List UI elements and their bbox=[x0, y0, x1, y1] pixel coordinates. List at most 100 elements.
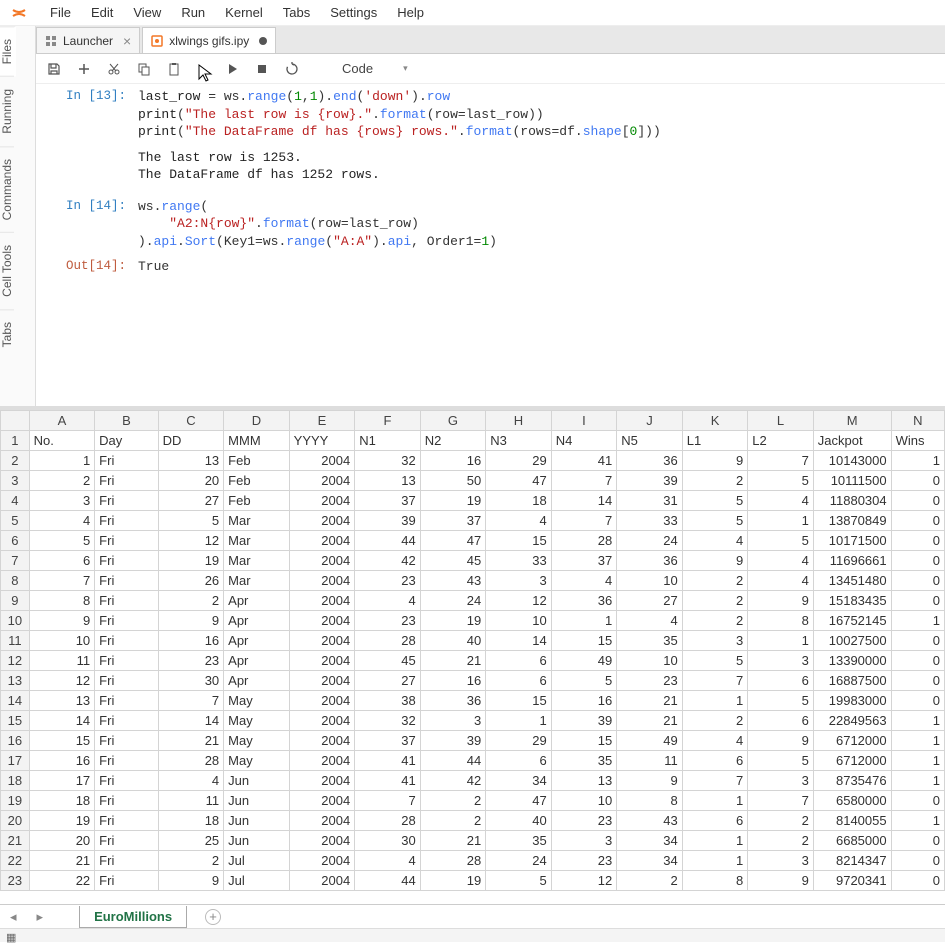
cell[interactable]: 23 bbox=[551, 811, 617, 831]
cell[interactable]: Mar bbox=[224, 511, 290, 531]
cell[interactable]: 18 bbox=[158, 811, 224, 831]
cell[interactable]: 2004 bbox=[289, 631, 355, 651]
row-number[interactable]: 15 bbox=[1, 711, 30, 731]
cell[interactable]: 5 bbox=[682, 651, 748, 671]
cell[interactable]: 7 bbox=[748, 791, 814, 811]
column-header[interactable]: L bbox=[748, 411, 814, 431]
cell[interactable]: 2 bbox=[748, 831, 814, 851]
cell[interactable]: 14 bbox=[158, 711, 224, 731]
cell[interactable]: 4 bbox=[551, 571, 617, 591]
cell[interactable]: 38 bbox=[355, 691, 421, 711]
cell[interactable]: 2004 bbox=[289, 751, 355, 771]
sidebar-tab-commands[interactable]: Commands bbox=[0, 146, 14, 232]
sheet-nav-next[interactable]: ▸ bbox=[27, 909, 54, 925]
cell[interactable]: 1 bbox=[891, 711, 944, 731]
cell[interactable]: 28 bbox=[551, 531, 617, 551]
cell[interactable]: 5 bbox=[29, 531, 95, 551]
cell[interactable]: Jun bbox=[224, 811, 290, 831]
row-number[interactable]: 4 bbox=[1, 491, 30, 511]
cell[interactable]: 16887500 bbox=[813, 671, 891, 691]
cell[interactable]: 10 bbox=[617, 571, 683, 591]
cell[interactable]: 13 bbox=[355, 471, 421, 491]
cell[interactable]: 25 bbox=[158, 831, 224, 851]
cell[interactable]: 9 bbox=[158, 611, 224, 631]
cell[interactable]: 10111500 bbox=[813, 471, 891, 491]
cell[interactable]: Apr bbox=[224, 611, 290, 631]
copy-button[interactable] bbox=[136, 61, 152, 77]
cell[interactable]: Fri bbox=[95, 671, 158, 691]
cell[interactable]: 0 bbox=[891, 871, 944, 891]
cell[interactable]: 15183435 bbox=[813, 591, 891, 611]
column-header[interactable]: K bbox=[682, 411, 748, 431]
row-number[interactable]: 5 bbox=[1, 511, 30, 531]
cell[interactable]: 2004 bbox=[289, 571, 355, 591]
cell[interactable]: 2004 bbox=[289, 731, 355, 751]
cell[interactable]: 0 bbox=[891, 631, 944, 651]
cell[interactable]: 5 bbox=[682, 511, 748, 531]
cell[interactable]: 2004 bbox=[289, 691, 355, 711]
row-number[interactable]: 10 bbox=[1, 611, 30, 631]
cell[interactable]: 7 bbox=[748, 451, 814, 471]
cell[interactable]: 44 bbox=[355, 531, 421, 551]
cell[interactable]: 4 bbox=[682, 731, 748, 751]
cell[interactable]: 2004 bbox=[289, 651, 355, 671]
cell[interactable]: 30 bbox=[158, 671, 224, 691]
cell[interactable]: 22 bbox=[29, 871, 95, 891]
cell[interactable]: 7 bbox=[29, 571, 95, 591]
cell[interactable]: 10 bbox=[617, 651, 683, 671]
cell[interactable]: 16 bbox=[551, 691, 617, 711]
cell[interactable]: 16752145 bbox=[813, 611, 891, 631]
cell[interactable]: 16 bbox=[420, 671, 486, 691]
cell[interactable]: 3 bbox=[420, 711, 486, 731]
cell[interactable]: 7 bbox=[551, 471, 617, 491]
cell[interactable]: 16 bbox=[29, 751, 95, 771]
add-sheet-button[interactable]: + bbox=[205, 909, 221, 925]
sidebar-tab-celltools[interactable]: Cell Tools bbox=[0, 232, 14, 309]
cell[interactable]: 43 bbox=[420, 571, 486, 591]
cell[interactable]: 49 bbox=[617, 731, 683, 751]
column-header[interactable]: J bbox=[617, 411, 683, 431]
cell[interactable]: 10143000 bbox=[813, 451, 891, 471]
cell[interactable]: 24 bbox=[486, 851, 552, 871]
sidebar-tab-tabs[interactable]: Tabs bbox=[0, 309, 14, 359]
cell[interactable]: 8 bbox=[29, 591, 95, 611]
cell[interactable]: 5 bbox=[748, 471, 814, 491]
cell[interactable]: 15 bbox=[551, 631, 617, 651]
row-number[interactable]: 7 bbox=[1, 551, 30, 571]
spreadsheet-grid[interactable]: ABCDEFGHIJKLMN 1No.DayDDMMMYYYYN1N2N3N4N… bbox=[0, 410, 945, 891]
code-cell[interactable]: In [14]: ws.range( "A2:N{row}".format(ro… bbox=[50, 198, 931, 251]
cell[interactable]: 1 bbox=[891, 731, 944, 751]
cell[interactable]: Fri bbox=[95, 631, 158, 651]
cell[interactable]: Fri bbox=[95, 771, 158, 791]
cell[interactable]: 37 bbox=[420, 511, 486, 531]
cell[interactable]: 0 bbox=[891, 691, 944, 711]
cell[interactable]: 5 bbox=[158, 511, 224, 531]
cell[interactable]: 49 bbox=[551, 651, 617, 671]
header-cell[interactable]: Wins bbox=[891, 431, 944, 451]
cell[interactable]: 6580000 bbox=[813, 791, 891, 811]
row-number[interactable]: 19 bbox=[1, 791, 30, 811]
cell[interactable]: 11880304 bbox=[813, 491, 891, 511]
column-header[interactable]: D bbox=[224, 411, 290, 431]
cell[interactable]: 1 bbox=[551, 611, 617, 631]
row-number[interactable]: 21 bbox=[1, 831, 30, 851]
cell[interactable]: Jun bbox=[224, 771, 290, 791]
cell[interactable]: 0 bbox=[891, 831, 944, 851]
cell[interactable]: 45 bbox=[355, 651, 421, 671]
cell[interactable]: 9 bbox=[748, 871, 814, 891]
cell[interactable]: 15 bbox=[486, 691, 552, 711]
cell[interactable]: 13390000 bbox=[813, 651, 891, 671]
cell[interactable]: 1 bbox=[891, 771, 944, 791]
cell[interactable]: 0 bbox=[891, 471, 944, 491]
cell[interactable]: Fri bbox=[95, 451, 158, 471]
cell[interactable]: 29 bbox=[486, 451, 552, 471]
cell[interactable]: 36 bbox=[420, 691, 486, 711]
cell[interactable]: 11696661 bbox=[813, 551, 891, 571]
header-cell[interactable]: Day bbox=[95, 431, 158, 451]
column-header[interactable]: G bbox=[420, 411, 486, 431]
cell[interactable]: Jun bbox=[224, 791, 290, 811]
cell[interactable]: 50 bbox=[420, 471, 486, 491]
cell[interactable]: 2004 bbox=[289, 511, 355, 531]
header-cell[interactable]: YYYY bbox=[289, 431, 355, 451]
cell[interactable]: Apr bbox=[224, 671, 290, 691]
